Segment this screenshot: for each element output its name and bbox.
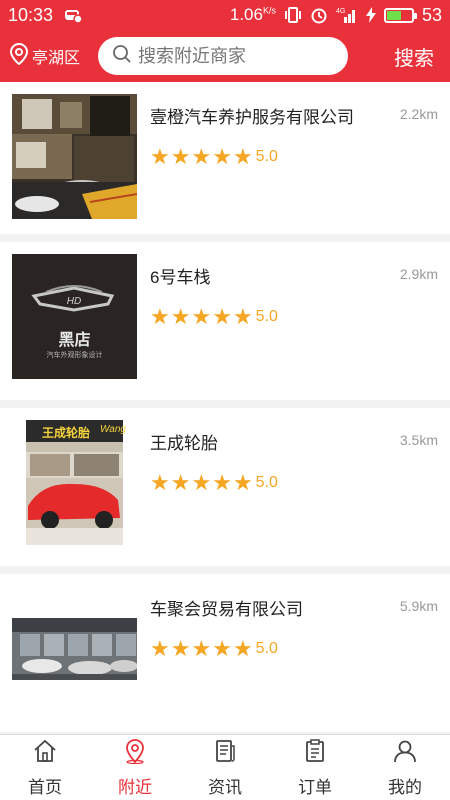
tab-label: 首页	[28, 777, 62, 797]
shop-list-item[interactable]: 壹橙汽车养护服务有限公司 2.2km ★ ★ ★ ★ ★ 5.0	[0, 82, 450, 234]
tab-orders[interactable]: 订单	[270, 735, 360, 800]
sign-brand: Wang	[100, 424, 126, 435]
star-icon: ★	[212, 304, 232, 329]
star-icon: ★	[170, 636, 191, 661]
star-icon: ★	[191, 636, 212, 661]
logo-text: 黑店	[58, 332, 91, 349]
shop-list-item[interactable]: 王成轮胎 Wang 王成轮胎 3.5km ★ ★ ★ ★ ★ 5.0	[0, 408, 450, 566]
star-icon: ★	[170, 470, 191, 495]
shop-photo	[12, 586, 137, 711]
shop-distance: 2.2km	[399, 106, 438, 122]
search-button[interactable]: 搜索	[394, 42, 440, 71]
star-icon: ★	[212, 144, 232, 169]
news-icon	[212, 738, 238, 769]
user-icon	[392, 738, 418, 769]
search-input[interactable]	[138, 45, 338, 67]
signal-icon: 4G	[336, 6, 358, 24]
status-bar: 10:33 1.06K/s 4G 53	[0, 0, 450, 30]
battery-icon	[383, 7, 417, 23]
shop-list: 壹橙汽车养护服务有限公司 2.2km ★ ★ ★ ★ ★ 5.0 HD 黑店 汽…	[0, 82, 450, 734]
location-pin-icon	[122, 738, 148, 769]
shop-list-item[interactable]: HD 黑店 汽车外观形象设计 6号车栈 2.9km ★ ★ ★ ★ ★ 5.0	[0, 242, 450, 400]
shop-rating: ★ ★ ★ ★ ★ 5.0	[150, 146, 438, 168]
status-time: 10:33	[8, 4, 54, 25]
top-header: 亭湖区 搜索	[0, 30, 450, 82]
alarm-icon	[310, 6, 328, 24]
tab-label: 订单	[298, 777, 332, 797]
star-icon: ★	[232, 144, 253, 169]
star-icon: ★	[232, 470, 253, 495]
order-clipboard-icon	[302, 738, 328, 769]
star-icon: ★	[170, 304, 191, 329]
star-icon: ★	[191, 470, 212, 495]
shop-name: 6号车栈	[150, 268, 211, 287]
star-icon: ★	[212, 470, 232, 495]
star-icon: ★	[232, 304, 253, 329]
star-icon: ★	[232, 636, 253, 661]
tab-label: 附近	[118, 777, 152, 797]
shop-name: 车聚会贸易有限公司	[150, 600, 303, 619]
notification-car-icon	[63, 6, 83, 24]
star-icon: ★	[150, 636, 170, 661]
tab-label: 资讯	[208, 777, 242, 797]
location-pin-icon	[9, 42, 29, 70]
shop-photo: 王成轮胎 Wang	[12, 420, 137, 545]
charging-icon	[365, 7, 376, 23]
battery-level: 53	[421, 4, 442, 25]
star-icon: ★	[150, 304, 170, 329]
star-icon: ★	[170, 144, 191, 169]
shop-rating: ★ ★ ★ ★ ★ 5.0	[150, 472, 438, 494]
shop-photo	[12, 94, 137, 219]
logo-subtext: 汽车外观形象设计	[46, 352, 103, 359]
star-icon: ★	[150, 470, 170, 495]
location-label: 亭湖区	[32, 50, 81, 67]
sign-text: 王成轮胎	[42, 426, 91, 440]
shop-distance: 3.5km	[399, 432, 438, 448]
star-icon: ★	[150, 144, 170, 169]
star-icon: ★	[191, 144, 212, 169]
search-box[interactable]	[98, 37, 348, 75]
tab-label: 我的	[388, 777, 422, 797]
vibrate-icon	[284, 6, 302, 24]
tab-home[interactable]: 首页	[0, 735, 90, 800]
svg-text:4G: 4G	[336, 8, 345, 15]
shop-list-item[interactable]: 车聚会贸易有限公司 5.9km ★ ★ ★ ★ ★ 5.0	[0, 574, 450, 732]
tab-news[interactable]: 资讯	[180, 735, 270, 800]
logo-mark: HD	[67, 296, 81, 307]
home-icon	[32, 738, 58, 769]
rating-score: 5.0	[255, 474, 278, 491]
shop-photo: HD 黑店 汽车外观形象设计	[12, 254, 137, 379]
search-icon	[112, 44, 132, 69]
shop-rating: ★ ★ ★ ★ ★ 5.0	[150, 638, 438, 660]
star-icon: ★	[212, 636, 232, 661]
tab-nearby[interactable]: 附近	[90, 735, 180, 800]
shop-rating: ★ ★ ★ ★ ★ 5.0	[150, 306, 438, 328]
network-speed: 1.06K/s	[229, 5, 276, 24]
shop-distance: 2.9km	[399, 266, 438, 282]
tab-profile[interactable]: 我的	[360, 735, 450, 800]
bottom-tab-bar: 首页 附近 资讯 订单 我的	[0, 734, 450, 800]
rating-score: 5.0	[255, 640, 278, 657]
location-selector[interactable]: 亭湖区	[9, 42, 98, 70]
shop-name: 王成轮胎	[150, 434, 218, 453]
rating-score: 5.0	[255, 148, 278, 165]
star-icon: ★	[191, 304, 212, 329]
rating-score: 5.0	[255, 308, 278, 325]
shop-distance: 5.9km	[399, 598, 438, 614]
shop-name: 壹橙汽车养护服务有限公司	[150, 108, 354, 127]
